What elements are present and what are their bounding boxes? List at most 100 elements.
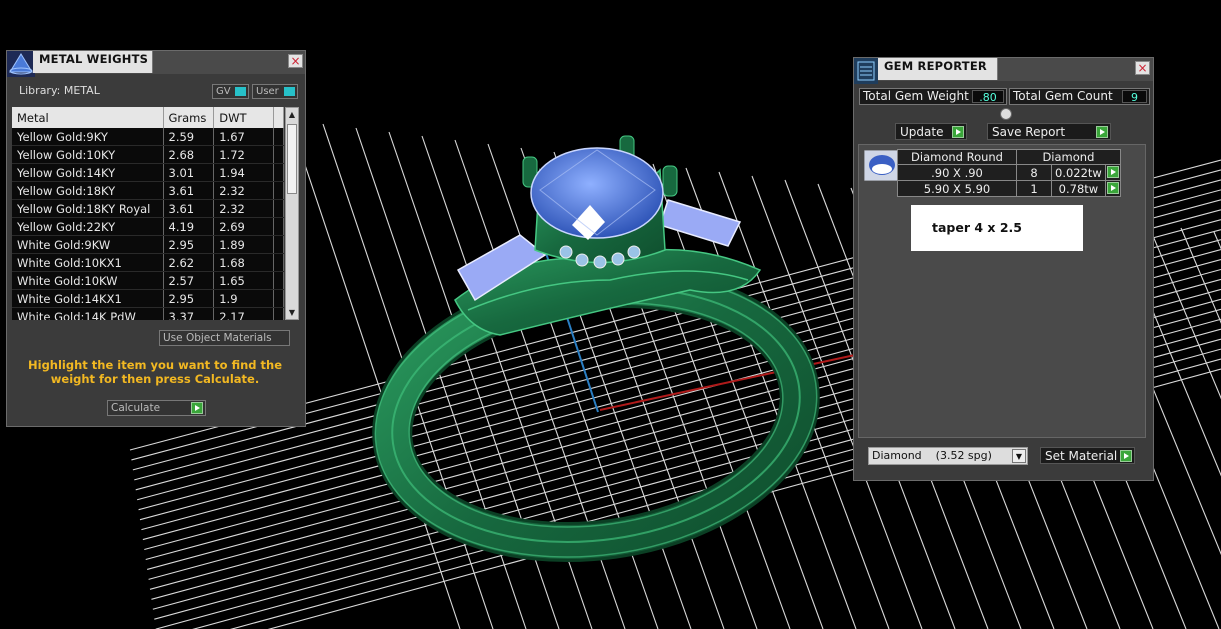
table-row[interactable]: White Gold:14KX1 2.95 1.9	[12, 289, 284, 308]
metal-weights-app-icon	[7, 51, 35, 77]
row-padding	[273, 235, 284, 254]
gem-reporter-app-icon	[854, 58, 878, 84]
dwt-cell: 2.69	[213, 217, 275, 236]
metal-weights-table[interactable]: Metal Grams DWT Yellow Gold:9KY 2.59 1.67 Y…	[12, 107, 284, 320]
calculate-label: Calculate	[111, 402, 161, 414]
total-gem-weight-label: Total Gem Weight	[863, 89, 969, 103]
gem-table[interactable]: Diamond Round Diamond .90 X .90 8 0.022t…	[897, 149, 1121, 197]
total-gem-weight: Total Gem Weight .80	[859, 88, 1007, 105]
gv-toggle-label: GV	[216, 86, 231, 97]
gem-row[interactable]: .90 X .90 8 0.022tw	[897, 164, 1121, 181]
metal-name-cell: White Gold:10KW	[12, 271, 164, 290]
gem-count: 1	[1016, 180, 1052, 197]
metal-name-cell: White Gold:9KW	[12, 235, 164, 254]
material-select[interactable]: Diamond (3.52 spg) ▼	[868, 447, 1028, 465]
table-row[interactable]: White Gold:10KW 2.57 1.65	[12, 271, 284, 290]
set-material-label: Set Material	[1045, 449, 1118, 463]
dwt-cell: 1.72	[213, 145, 275, 164]
set-material-button[interactable]: Set Material	[1040, 447, 1135, 464]
calculate-button[interactable]: Calculate	[107, 400, 206, 416]
metal-table-scrollbar[interactable]: ▲ ▼	[285, 107, 299, 320]
gv-toggle[interactable]: GV	[212, 84, 249, 99]
table-row[interactable]: White Gold:10KX1 2.62 1.68	[12, 253, 284, 272]
metal-weights-title: METAL WEIGHTS	[33, 51, 153, 73]
scroll-down-icon[interactable]: ▼	[286, 306, 298, 319]
dwt-cell: 1.89	[213, 235, 275, 254]
metal-name-cell: Yellow Gold:22KY	[12, 217, 164, 236]
table-row[interactable]: White Gold:9KW 2.95 1.89	[12, 235, 284, 254]
play-arrow-icon[interactable]	[1106, 182, 1119, 194]
row-padding	[273, 289, 284, 308]
dwt-cell: 1.9	[213, 289, 275, 308]
grams-cell: 4.19	[163, 217, 215, 236]
gem-round-icon[interactable]	[864, 150, 900, 181]
play-arrow-icon	[952, 126, 964, 138]
play-arrow-icon	[1120, 450, 1132, 462]
grams-cell: 2.59	[163, 128, 215, 146]
taper-note: taper 4 x 2.5	[911, 205, 1083, 251]
user-toggle[interactable]: User	[252, 84, 298, 99]
table-row[interactable]: White Gold:14K PdW 3.37 2.17	[12, 307, 284, 320]
save-report-button[interactable]: Save Report	[987, 123, 1111, 140]
material-select-value: Diamond (3.52 spg)	[872, 449, 992, 462]
use-object-materials-button[interactable]: Use Object Materials	[159, 330, 290, 346]
dwt-cell: 2.17	[213, 307, 275, 320]
gem-reporter-close-icon[interactable]: ×	[1135, 61, 1150, 75]
grams-cell: 3.61	[163, 199, 215, 218]
row-padding	[273, 163, 284, 182]
metal-weights-panel: METAL WEIGHTS × Library: METAL GV User M…	[6, 50, 306, 427]
table-row[interactable]: Yellow Gold:18KY Royal 3.61 2.32	[12, 199, 284, 218]
table-row[interactable]: Yellow Gold:9KY 2.59 1.67	[12, 128, 284, 146]
column-header-metal[interactable]: Metal	[12, 107, 164, 128]
gem-material-header: Diamond	[1016, 149, 1121, 165]
dwt-cell: 2.32	[213, 199, 275, 218]
dwt-cell: 1.67	[213, 128, 275, 146]
metal-name-cell: Yellow Gold:9KY	[12, 128, 164, 146]
grams-cell: 3.37	[163, 307, 215, 320]
table-row[interactable]: Yellow Gold:18KY 3.61 2.32	[12, 181, 284, 200]
calculate-hint: Highlight the item you want to find the …	[28, 358, 282, 386]
scroll-up-icon[interactable]: ▲	[286, 108, 298, 121]
play-arrow-icon[interactable]	[1106, 166, 1119, 178]
table-row[interactable]: Yellow Gold:10KY 2.68 1.72	[12, 145, 284, 164]
play-arrow-icon	[1096, 126, 1108, 138]
column-header-grams[interactable]: Grams	[163, 107, 215, 128]
play-arrow-icon	[191, 402, 203, 414]
scroll-thumb[interactable]	[287, 124, 297, 194]
gem-size: .90 X .90	[897, 164, 1017, 181]
row-padding	[273, 307, 284, 320]
metal-name-cell: Yellow Gold:10KY	[12, 145, 164, 164]
grams-cell: 3.61	[163, 181, 215, 200]
metal-name-cell: Yellow Gold:18KY Royal	[12, 199, 164, 218]
gem-reporter-title: GEM REPORTER	[878, 58, 998, 80]
total-gem-weight-value: .80	[972, 90, 1004, 104]
update-label: Update	[900, 125, 944, 139]
metal-weights-close-icon[interactable]: ×	[288, 54, 303, 68]
gem-reporter-panel: GEM REPORTER × Total Gem Weight .80 Tota…	[853, 57, 1154, 481]
gem-weight: 0.78tw	[1051, 180, 1106, 197]
gem-size: 5.90 X 5.90	[897, 180, 1017, 197]
row-padding	[273, 145, 284, 164]
grams-cell: 2.95	[163, 289, 215, 308]
chevron-down-icon[interactable]: ▼	[1012, 449, 1026, 463]
table-row[interactable]: Yellow Gold:14KY 3.01 1.94	[12, 163, 284, 182]
update-button[interactable]: Update	[895, 123, 967, 140]
splitter-handle[interactable]	[1000, 108, 1012, 120]
gem-weight: 0.022tw	[1051, 164, 1106, 181]
table-row[interactable]: Yellow Gold:22KY 4.19 2.69	[12, 217, 284, 236]
metal-name-cell: White Gold:14K PdW	[12, 307, 164, 320]
row-padding	[273, 253, 284, 272]
column-header-dwt[interactable]: DWT	[213, 107, 275, 128]
dwt-cell: 2.32	[213, 181, 275, 200]
grams-cell: 3.01	[163, 163, 215, 182]
metal-name-cell: Yellow Gold:14KY	[12, 163, 164, 182]
use-object-materials-label: Use Object Materials	[163, 332, 272, 344]
metal-name-cell: White Gold:14KX1	[12, 289, 164, 308]
library-label: Library: METAL	[19, 84, 100, 97]
row-padding	[273, 128, 284, 146]
gem-row[interactable]: 5.90 X 5.90 1 0.78tw	[897, 180, 1121, 197]
dwt-cell: 1.94	[213, 163, 275, 182]
row-padding	[273, 199, 284, 218]
grams-cell: 2.68	[163, 145, 215, 164]
save-report-label: Save Report	[992, 125, 1066, 139]
